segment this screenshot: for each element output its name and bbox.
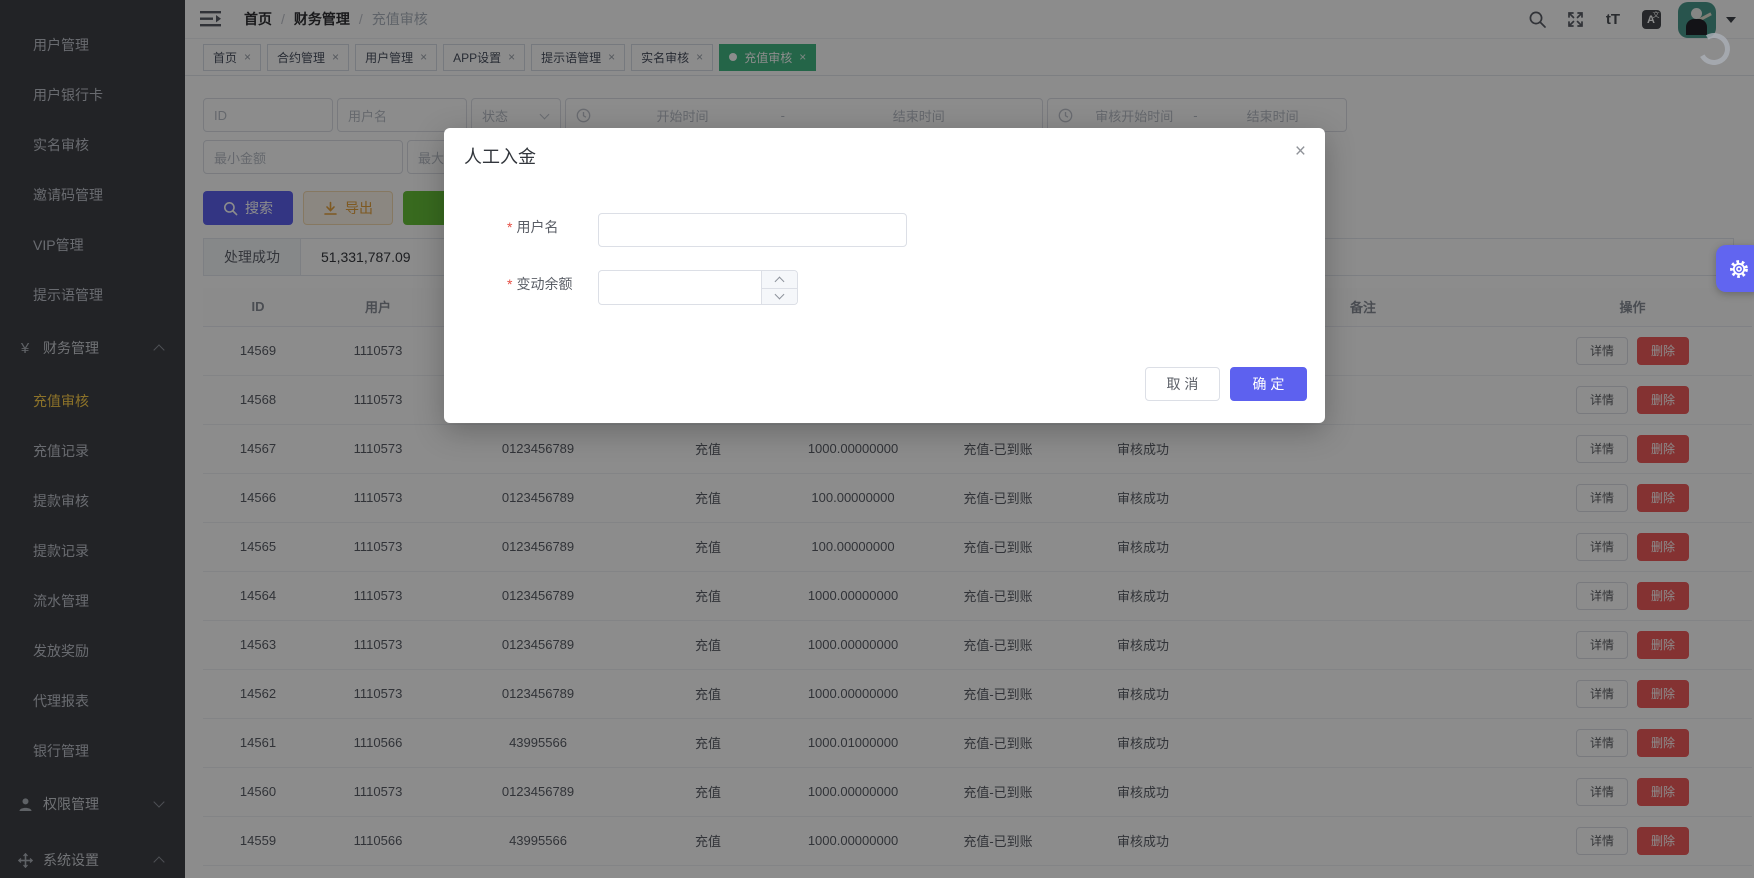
username-field[interactable]: [598, 213, 907, 247]
manual-deposit-dialog: 人工入金 × *用户名 *变动余额 取 消 确 定: [444, 128, 1325, 423]
spinner-down-icon[interactable]: [762, 288, 797, 305]
app-root: 用户管理用户银行卡实名审核邀请码管理VIP管理提示语管理¥财务管理充值审核充值记…: [0, 0, 1754, 878]
spinner-up-icon[interactable]: [762, 271, 797, 288]
confirm-button[interactable]: 确 定: [1230, 367, 1307, 401]
number-spinner: [761, 271, 797, 304]
balance-change-field[interactable]: [599, 271, 757, 304]
required-mark: *: [507, 276, 512, 292]
balance-change-field-wrap: [598, 270, 798, 305]
username-label: *用户名: [507, 217, 558, 237]
theme-settings-button[interactable]: [1716, 245, 1754, 292]
dialog-close-icon[interactable]: ×: [1295, 141, 1306, 163]
required-mark: *: [507, 219, 512, 235]
cancel-button[interactable]: 取 消: [1145, 367, 1220, 401]
dialog-title: 人工入金: [464, 143, 536, 169]
gear-icon: [1727, 257, 1751, 281]
balance-change-label: *变动余额: [507, 274, 572, 294]
